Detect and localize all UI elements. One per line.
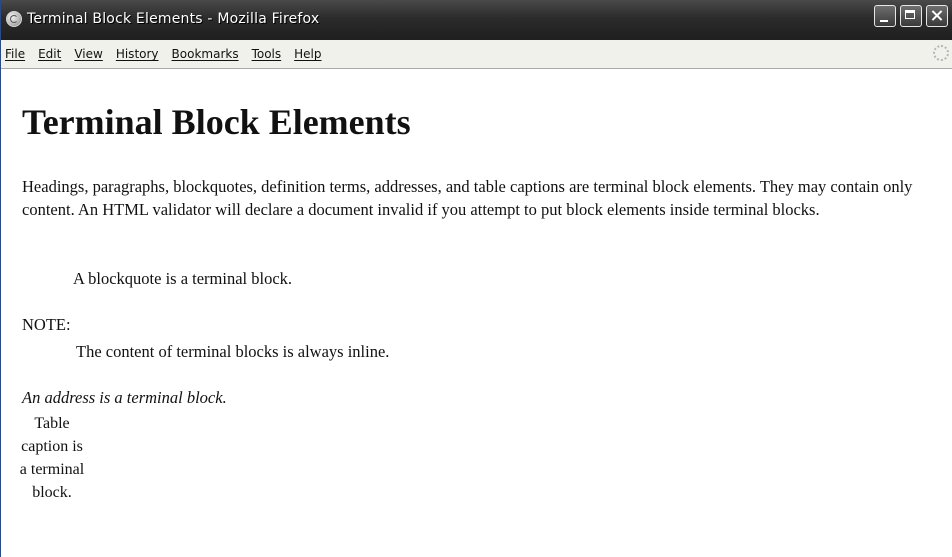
definition-term: NOTE: xyxy=(22,315,71,334)
menu-tools[interactable]: Tools xyxy=(252,47,282,61)
table-caption: Table caption is a terminal block. xyxy=(19,415,85,501)
definition-description: The content of terminal blocks is always… xyxy=(76,342,390,361)
address-block: An address is a terminal block. xyxy=(22,388,227,407)
menu-edit[interactable]: Edit xyxy=(38,47,61,61)
title-bar[interactable]: Terminal Block Elements - Mozilla Firefo… xyxy=(1,0,952,41)
firefox-icon[interactable] xyxy=(6,11,22,27)
window-title: Terminal Block Elements - Mozilla Firefo… xyxy=(27,11,320,27)
menu-history[interactable]: History xyxy=(116,47,159,61)
menu-bookmarks[interactable]: Bookmarks xyxy=(172,47,239,61)
throbber-icon xyxy=(933,45,949,61)
page-title: Terminal Block Elements xyxy=(22,102,411,142)
menu-file[interactable]: File xyxy=(5,47,25,61)
browser-window: Terminal Block Elements - Mozilla Firefo… xyxy=(0,0,952,557)
close-button[interactable] xyxy=(926,5,948,27)
maximize-button[interactable] xyxy=(900,5,922,27)
minimize-button[interactable] xyxy=(874,5,896,27)
menu-view[interactable]: View xyxy=(74,47,102,61)
menu-bar: File Edit View History Bookmarks Tools H… xyxy=(1,40,952,69)
menu-help[interactable]: Help xyxy=(294,47,321,61)
page-content: Terminal Block Elements Headings, paragr… xyxy=(1,69,952,557)
blockquote: A blockquote is a terminal block. xyxy=(73,269,293,288)
intro-paragraph: Headings, paragraphs, blockquotes, defin… xyxy=(22,177,913,219)
